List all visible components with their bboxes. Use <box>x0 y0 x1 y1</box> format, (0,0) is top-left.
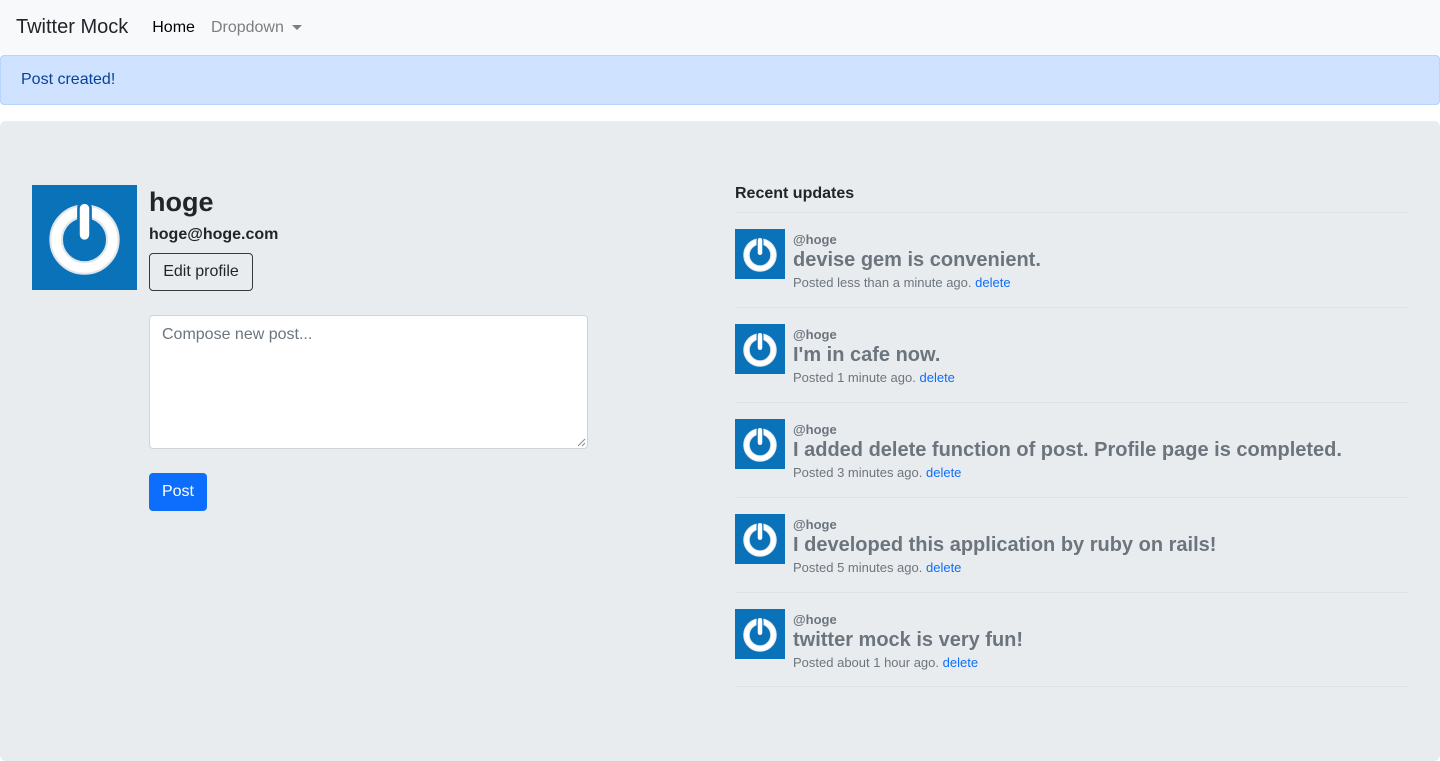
feed-content: twitter mock is very fun! <box>793 629 1024 651</box>
profile-avatar <box>32 185 137 290</box>
feed-avatar <box>735 609 785 659</box>
feed-username-link[interactable]: @hoge <box>793 232 837 247</box>
feed-avatar <box>735 514 785 564</box>
feed-item: @hoge twitter mock is very fun! Posted a… <box>735 592 1408 687</box>
feed-avatar <box>735 324 785 374</box>
delete-link[interactable]: delete <box>919 370 954 385</box>
feed-item: @hoge I'm in cafe now. Posted 1 minute a… <box>735 307 1408 402</box>
resize-grip-icon[interactable] <box>577 438 586 447</box>
feed-item: @hoge I added delete function of post. P… <box>735 402 1408 497</box>
nav-dropdown-toggle[interactable]: Dropdown <box>211 19 302 37</box>
feed-username-link[interactable]: @hoge <box>793 612 837 627</box>
profile-email: hoge@hoge.com <box>149 226 279 243</box>
feed-content: I developed this application by ruby on … <box>793 534 1217 556</box>
feed-content: I added delete function of post. Profile… <box>793 439 1342 461</box>
flash-alert: Post created! <box>0 55 1440 105</box>
brand-link[interactable]: Twitter Mock <box>16 16 128 39</box>
nav-dropdown-label: Dropdown <box>210 18 284 36</box>
top-navbar: Twitter Mock Home Dropdown <box>0 0 1440 55</box>
caret-down-icon <box>291 25 302 30</box>
feed-timestamp: Posted 3 minutes ago. <box>793 465 923 480</box>
feed-timestamp: Posted 5 minutes ago. <box>793 560 923 575</box>
feed-meta: Posted 5 minutes ago. delete <box>793 560 961 575</box>
feed-meta: Posted 3 minutes ago. delete <box>793 465 961 480</box>
compose-post-textarea[interactable] <box>149 315 588 449</box>
feed-timestamp: Posted 1 minute ago. <box>793 370 916 385</box>
feed-content: I'm in cafe now. <box>793 344 941 366</box>
alert-message: Post created! <box>21 71 116 88</box>
recent-updates-heading: Recent updates <box>735 185 855 202</box>
feed-username-link[interactable]: @hoge <box>793 422 837 437</box>
delete-link[interactable]: delete <box>943 655 978 670</box>
feed-avatar <box>735 229 785 279</box>
feed-item: @hoge devise gem is convenient. Posted l… <box>735 212 1408 307</box>
feed-meta: Posted less than a minute ago. delete <box>793 275 1011 290</box>
delete-link[interactable]: delete <box>926 465 961 480</box>
feed-username-link[interactable]: @hoge <box>793 517 837 532</box>
nav-home-link[interactable]: Home <box>152 19 195 37</box>
feed-meta: Posted about 1 hour ago. delete <box>793 655 978 670</box>
feed-avatar <box>735 419 785 469</box>
post-submit-button[interactable]: Post <box>149 473 207 511</box>
feed-list: @hoge devise gem is convenient. Posted l… <box>735 212 1408 687</box>
delete-link[interactable]: delete <box>926 560 961 575</box>
feed-timestamp: Posted less than a minute ago. <box>793 275 972 290</box>
feed-timestamp: Posted about 1 hour ago. <box>793 655 940 670</box>
edit-profile-button[interactable]: Edit profile <box>149 253 253 291</box>
feed-meta: Posted 1 minute ago. delete <box>793 370 955 385</box>
feed-username-link[interactable]: @hoge <box>793 327 837 342</box>
profile-name: hoge <box>149 187 214 217</box>
main-panel: hoge hoge@hoge.com Edit profile Post Rec… <box>0 121 1440 761</box>
feed-item: @hoge I developed this application by ru… <box>735 497 1408 592</box>
feed-content: devise gem is convenient. <box>793 249 1041 271</box>
delete-link[interactable]: delete <box>975 275 1010 290</box>
